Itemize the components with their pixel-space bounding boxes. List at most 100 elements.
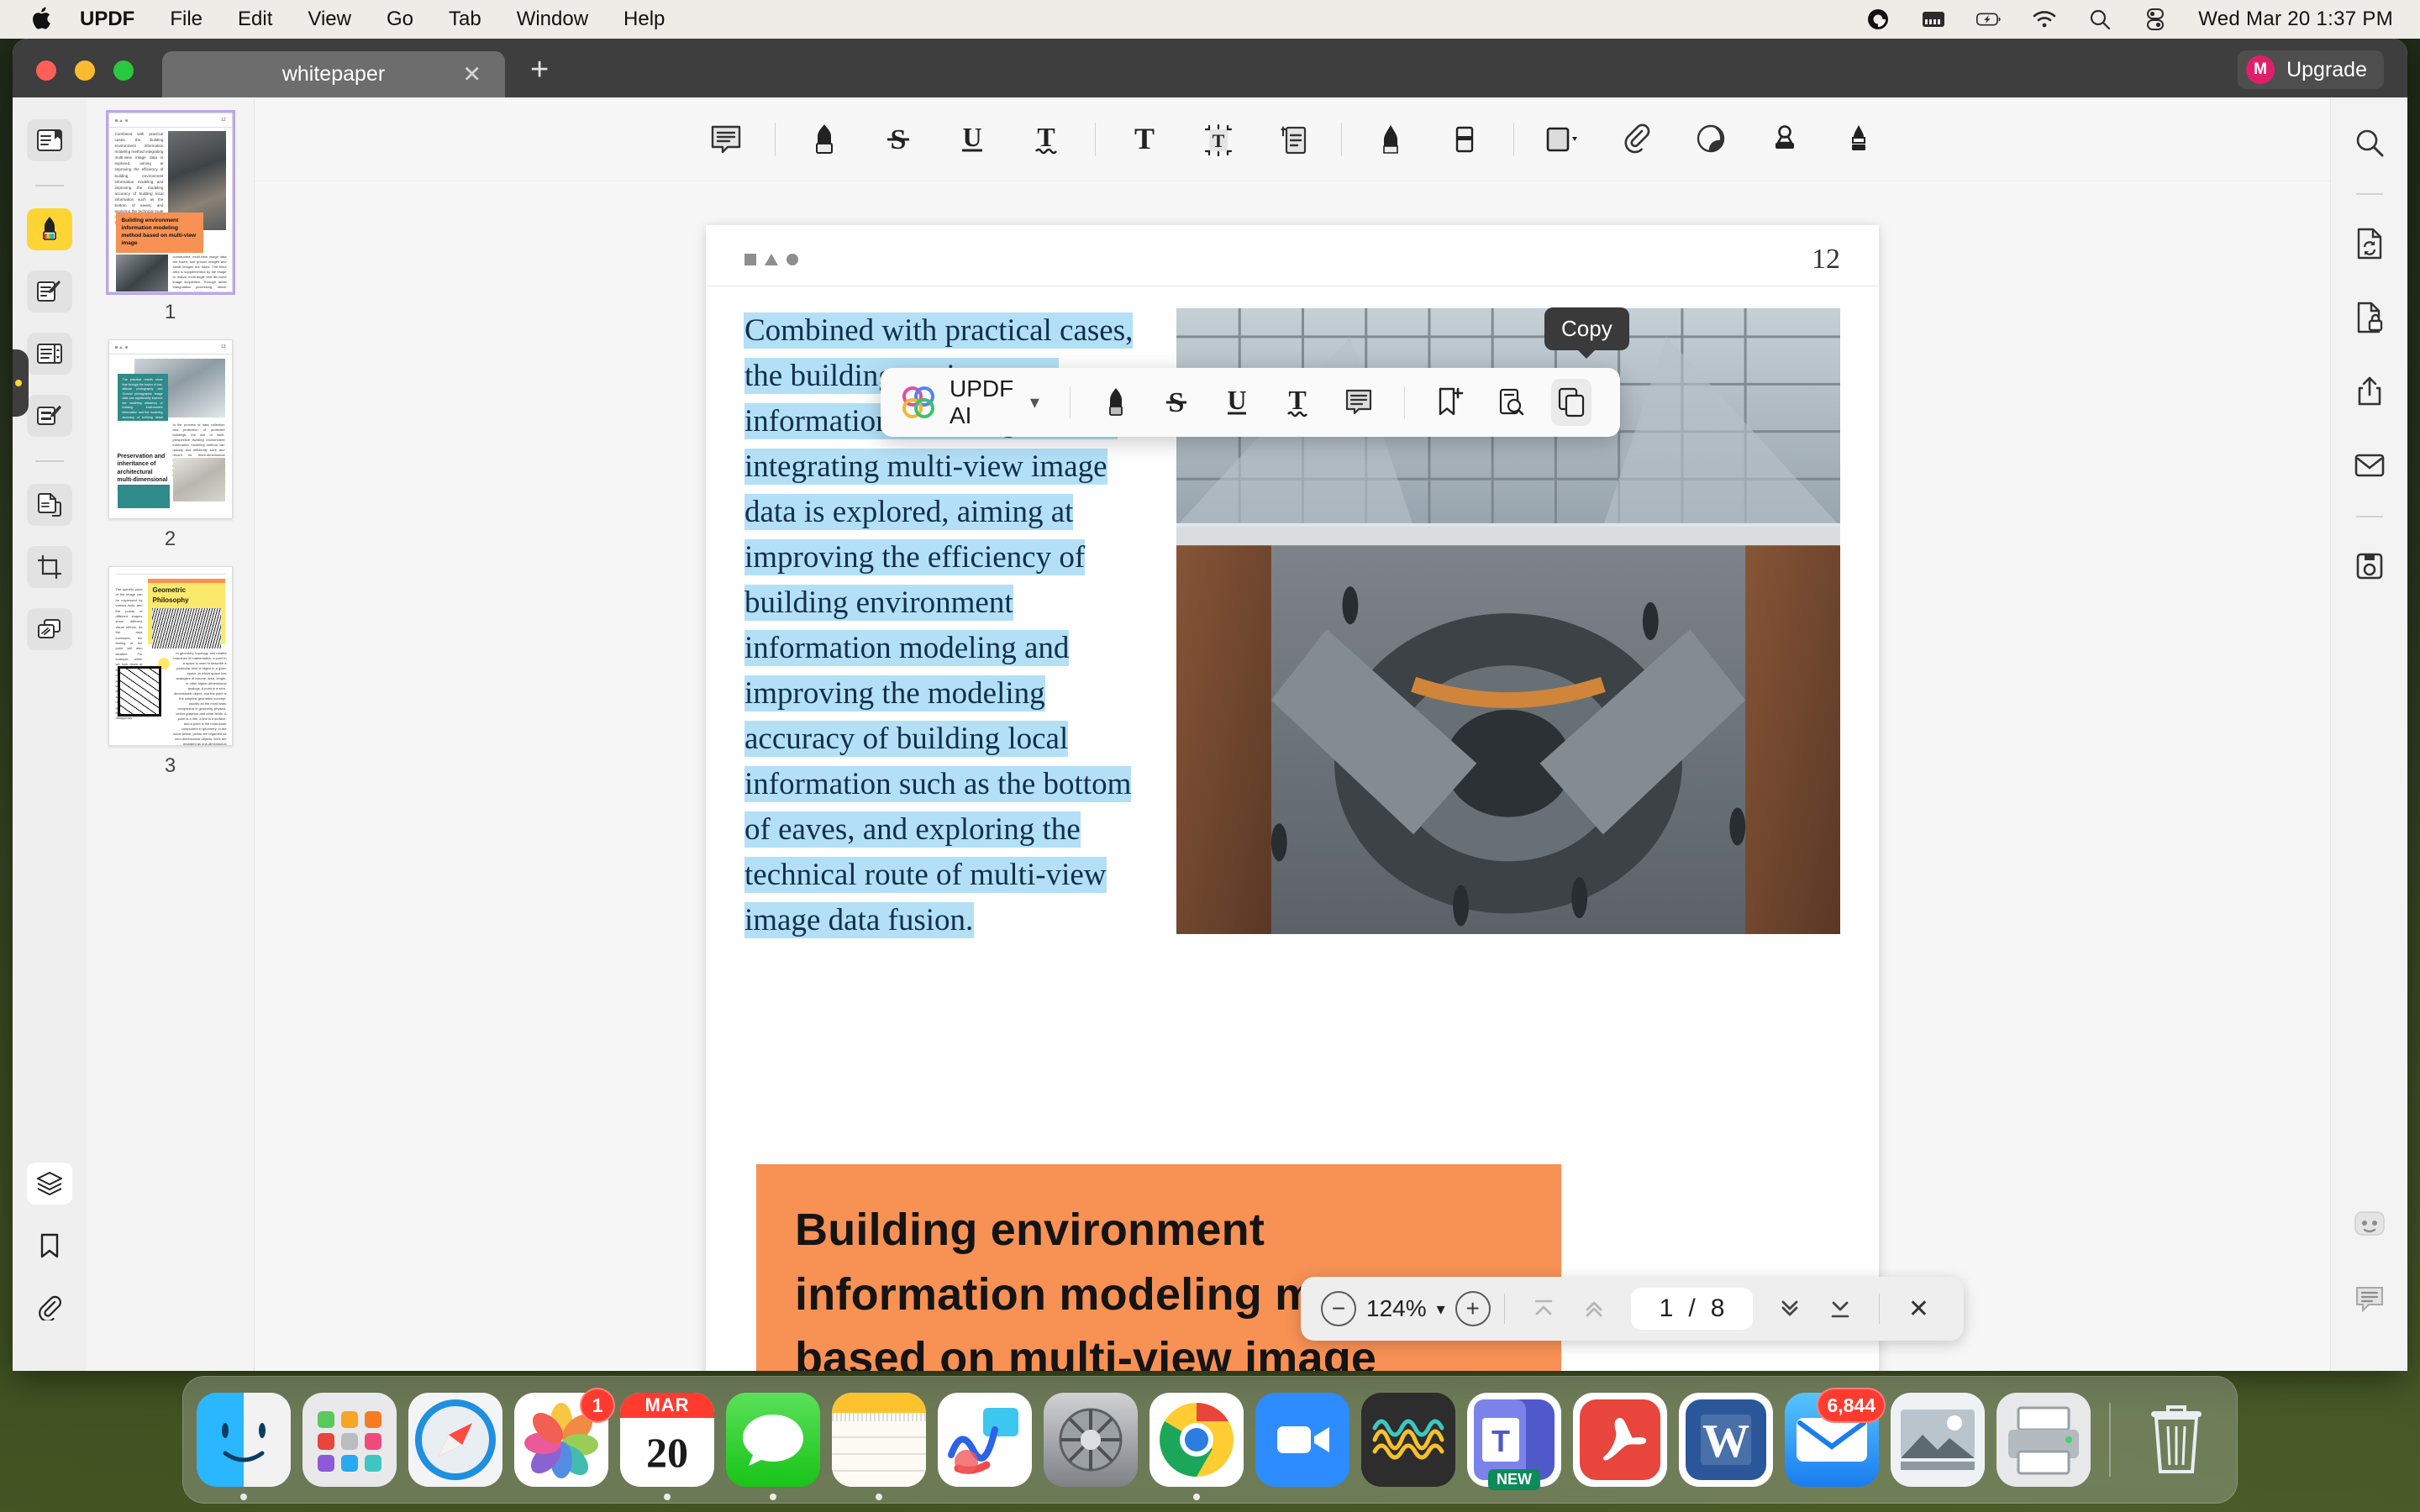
keyboard-icon[interactable]	[1921, 7, 1946, 32]
wifi-icon[interactable]	[2032, 7, 2057, 32]
dock-item-trash[interactable]	[2129, 1393, 2223, 1487]
sidebar-item-reader[interactable]	[27, 119, 72, 161]
sidebar-drag-handle[interactable]	[13, 349, 29, 417]
save-as-icon[interactable]	[2346, 543, 2393, 590]
shape-icon[interactable]	[1539, 116, 1586, 163]
document-tab[interactable]: whitepaper ✕	[162, 51, 505, 97]
text-box-icon[interactable]: T	[1121, 116, 1168, 163]
page-thumbnail-panel[interactable]: 12 Combined with practical cases, the bu…	[87, 97, 255, 1371]
control-center-icon[interactable]	[2143, 7, 2168, 32]
dock-item-calendar[interactable]: MAR 20	[620, 1393, 714, 1487]
dock-item-mail[interactable]: 6,844	[1785, 1393, 1879, 1487]
previous-page-icon[interactable]	[1576, 1290, 1612, 1327]
protect-document-icon[interactable]	[2346, 294, 2393, 341]
dock-item-finder[interactable]	[197, 1393, 291, 1487]
dock-item-safari[interactable]	[408, 1393, 502, 1487]
updf-ai-button[interactable]: UPDF AI ▾	[899, 375, 1055, 429]
zoom-in-button[interactable]: +	[1455, 1291, 1491, 1326]
menu-item-help[interactable]: Help	[606, 8, 682, 31]
menu-item-go[interactable]: Go	[369, 8, 431, 31]
dock-item-launchpad[interactable]	[302, 1393, 397, 1487]
signature-icon[interactable]	[1835, 116, 1882, 163]
popup-squiggly-underline-icon[interactable]: T	[1277, 379, 1318, 426]
menu-bar-clock[interactable]: Wed Mar 20 1:37 PM	[2198, 8, 2393, 31]
new-tab-button[interactable]: +	[530, 54, 549, 86]
page-thumbnail-1[interactable]: 12 Combined with practical cases, the bu…	[108, 113, 233, 292]
macos-dock[interactable]: 1 MAR 20	[182, 1376, 2238, 1504]
last-page-icon[interactable]	[1822, 1290, 1859, 1327]
window-controls[interactable]	[36, 60, 134, 81]
spotlight-search-icon[interactable]	[2087, 7, 2112, 32]
pen-icon[interactable]	[1367, 116, 1414, 163]
dock-item-photos[interactable]: 1	[514, 1393, 608, 1487]
sidebar-item-edit-pdf[interactable]	[27, 270, 72, 312]
dock-item-teams[interactable]: T NEW	[1467, 1393, 1561, 1487]
menu-item-view[interactable]: View	[290, 8, 369, 31]
eraser-icon[interactable]	[1441, 116, 1488, 163]
sidebar-item-ocr[interactable]	[27, 608, 72, 650]
next-page-icon[interactable]	[1771, 1290, 1808, 1327]
dock-item-chrome[interactable]	[1150, 1393, 1244, 1487]
close-nav-icon[interactable]: ✕	[1900, 1290, 1937, 1327]
email-icon[interactable]	[2346, 442, 2393, 489]
dock-item-freeform[interactable]	[938, 1393, 1032, 1487]
sidebar-item-crop[interactable]	[27, 546, 72, 588]
sidebar-item-attachment[interactable]	[27, 1287, 72, 1329]
dock-item-system-settings[interactable]	[1044, 1393, 1138, 1487]
ai-assistant-icon[interactable]	[2346, 1201, 2393, 1248]
dock-item-acrobat[interactable]	[1573, 1393, 1667, 1487]
menu-item-tab[interactable]: Tab	[431, 8, 499, 31]
page-thumbnail-3[interactable]: Geometric Philosophy The specific point …	[108, 566, 233, 746]
sidebar-item-fill-sign[interactable]	[27, 395, 72, 437]
battery-charging-icon[interactable]	[1976, 7, 2002, 32]
zoom-out-button[interactable]: −	[1321, 1291, 1356, 1326]
dock-item-audacity[interactable]	[1361, 1393, 1455, 1487]
dock-item-messages[interactable]	[726, 1393, 820, 1487]
menu-item-edit[interactable]: Edit	[220, 8, 290, 31]
popup-strikethrough-icon[interactable]: S	[1156, 379, 1197, 426]
popup-underline-icon[interactable]: U	[1217, 379, 1257, 426]
close-icon[interactable]: ✕	[462, 61, 481, 87]
menu-item-file[interactable]: File	[152, 8, 220, 31]
sidebar-item-bookmark[interactable]	[27, 1225, 72, 1267]
dock-item-printer[interactable]	[1996, 1393, 2091, 1487]
squiggly-underline-icon[interactable]: T	[1023, 116, 1070, 163]
close-window-button[interactable]	[36, 60, 56, 81]
selection-popup-toolbar[interactable]: UPDF AI ▾ S U T	[881, 368, 1620, 437]
share-icon[interactable]	[2346, 368, 2393, 415]
sticker-icon[interactable]	[1687, 116, 1734, 163]
apple-menu-icon[interactable]	[30, 7, 52, 32]
first-page-icon[interactable]	[1525, 1290, 1562, 1327]
underline-icon[interactable]: U	[949, 116, 996, 163]
text-callout-icon[interactable]	[1269, 116, 1316, 163]
popup-add-bookmark-icon[interactable]	[1429, 379, 1470, 426]
search-icon[interactable]	[2346, 119, 2393, 166]
zoom-level-dropdown[interactable]: 124% ▾	[1356, 1295, 1455, 1322]
grammarly-icon[interactable]	[1865, 7, 1891, 32]
menu-item-updf[interactable]: UPDF	[62, 8, 152, 31]
thumbnail-item[interactable]: Geometric Philosophy The specific point …	[87, 566, 254, 778]
highlight-icon[interactable]	[801, 116, 848, 163]
convert-file-icon[interactable]	[2346, 220, 2393, 267]
comment-icon[interactable]	[2346, 1275, 2393, 1322]
sidebar-item-layers[interactable]	[27, 1163, 72, 1205]
text-field-icon[interactable]: T	[1195, 116, 1242, 163]
sidebar-item-highlighter[interactable]	[27, 208, 72, 250]
upgrade-button[interactable]: M Upgrade	[2238, 50, 2384, 89]
sidebar-item-organize-pages[interactable]	[27, 333, 72, 375]
thumbnail-item[interactable]: 12 Combined with practical cases, the bu…	[87, 113, 254, 324]
popup-search-text-icon[interactable]	[1491, 379, 1531, 426]
dock-item-preview[interactable]	[1891, 1393, 1985, 1487]
popup-sticky-note-icon[interactable]	[1338, 379, 1378, 426]
page-number-field[interactable]: 1 / 8	[1631, 1288, 1754, 1330]
dock-item-word[interactable]: W	[1679, 1393, 1773, 1487]
sidebar-item-convert[interactable]	[27, 484, 72, 526]
maximize-window-button[interactable]	[113, 60, 134, 81]
strikethrough-icon[interactable]: S	[875, 116, 922, 163]
sticky-note-icon[interactable]	[702, 116, 750, 163]
chevron-down-icon[interactable]: ▾	[1030, 391, 1039, 413]
thumbnail-item[interactable]: 13 The practical results show that throu…	[87, 339, 254, 551]
minimize-window-button[interactable]	[75, 60, 95, 81]
page-navigation-bar[interactable]: − 124% ▾ + 1 / 8	[1301, 1277, 1964, 1341]
attach-file-icon[interactable]	[1613, 116, 1660, 163]
